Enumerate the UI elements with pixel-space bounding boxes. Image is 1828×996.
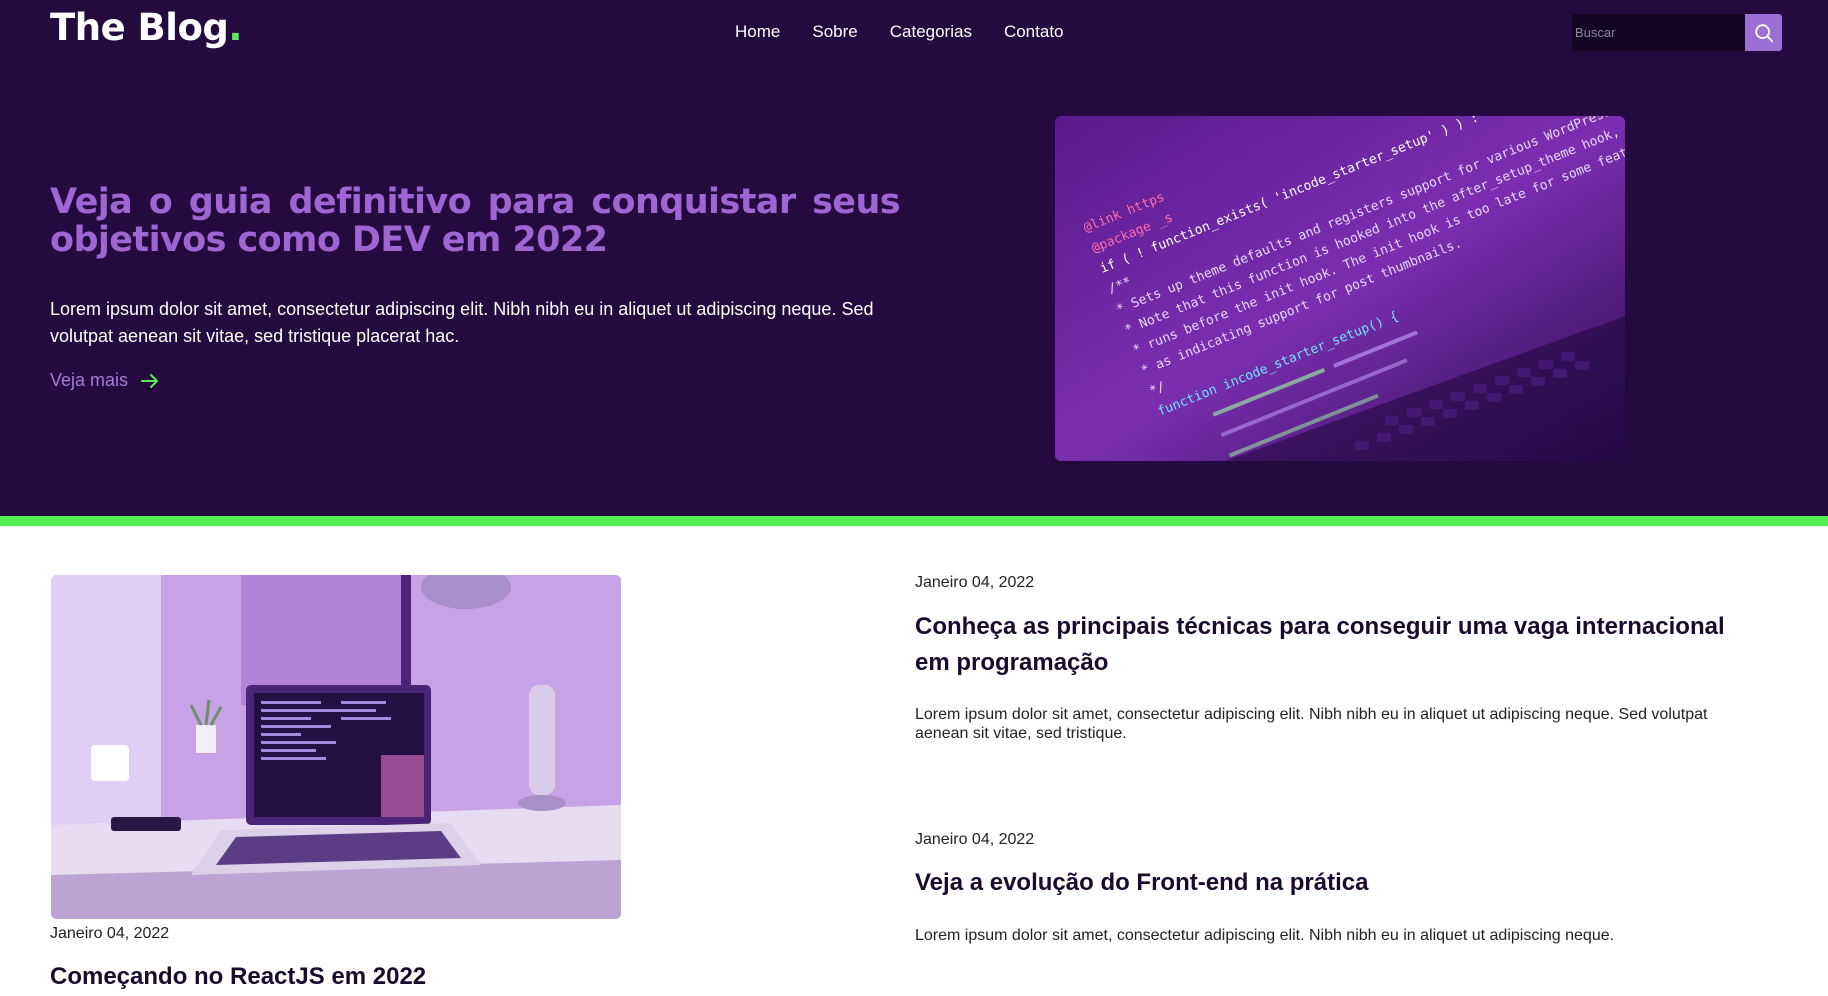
main-nav: Home Sobre Categorias Contato (735, 22, 1064, 42)
site-logo[interactable]: The Blog. (50, 6, 242, 49)
laptop-desk-illustration (51, 575, 621, 919)
hero-text: Lorem ipsum dolor sit amet, consectetur … (50, 299, 874, 346)
logo-dot: . (228, 6, 242, 49)
read-more-link[interactable]: Veja mais (50, 370, 160, 391)
read-more-label: Veja mais (50, 370, 129, 390)
hero-image: @link https @package _s if ( ! function_… (1055, 116, 1625, 461)
accent-divider (0, 516, 1828, 526)
post-image-reactjs[interactable] (51, 575, 621, 919)
nav-item-categorias[interactable]: Categorias (890, 22, 972, 42)
post-date: Janeiro 04, 2022 (915, 574, 1035, 591)
code-screen-illustration: @link https @package _s if ( ! function_… (1055, 116, 1625, 461)
post-date: Janeiro 04, 2022 (50, 925, 170, 942)
post-title-link[interactable]: Começando no ReactJS em 2022 (50, 959, 620, 995)
logo-text: The Blog (50, 6, 229, 49)
search-box (1572, 14, 1782, 51)
hero-title: Veja o guia definitivo para conquistar s… (50, 182, 901, 260)
nav-item-home[interactable]: Home (735, 22, 780, 42)
post-title-link[interactable]: Veja a evolução do Front-end na prática (915, 865, 1745, 901)
nav-item-contato[interactable]: Contato (1004, 22, 1064, 42)
post-date: Janeiro 04, 2022 (915, 831, 1035, 848)
post-title-link[interactable]: Conheça as principais técnicas para cons… (915, 609, 1745, 681)
search-input[interactable] (1572, 14, 1745, 51)
search-icon (1754, 23, 1773, 42)
arrow-right-icon (141, 373, 159, 388)
post-excerpt: Lorem ipsum dolor sit amet, consectetur … (915, 706, 1708, 742)
nav-item-sobre[interactable]: Sobre (812, 22, 857, 42)
post-excerpt: Lorem ipsum dolor sit amet, consectetur … (915, 927, 1615, 944)
search-button[interactable] (1745, 14, 1782, 51)
